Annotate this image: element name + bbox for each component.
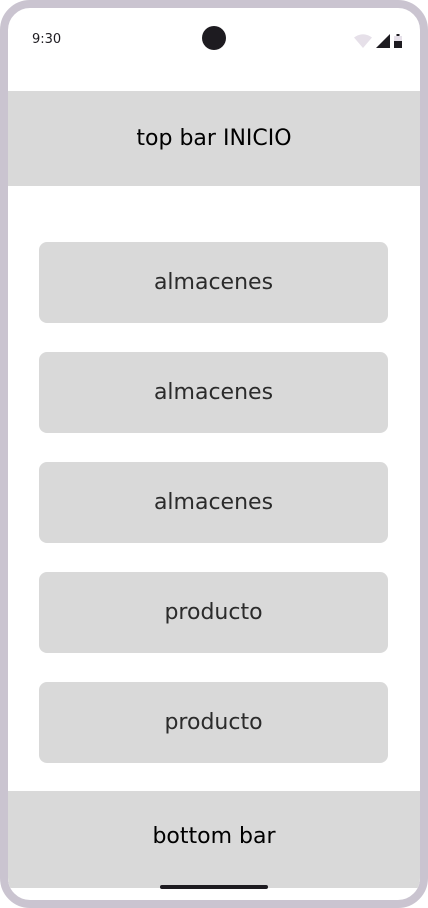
top-bar-title: top bar INICIO [136, 126, 292, 151]
status-time: 9:30 [32, 32, 62, 47]
menu-button-label: almacenes [153, 270, 274, 295]
status-bar: 9:30 [8, 8, 420, 92]
status-icons [354, 34, 402, 48]
menu-button-label: producto [164, 710, 263, 735]
menu-list: almacenes almacenes almacenes producto p… [39, 242, 388, 792]
battery-icon [394, 34, 402, 48]
wifi-icon [354, 34, 372, 48]
bottom-bar: bottom bar [8, 791, 420, 888]
bottom-bar-title: bottom bar [152, 824, 276, 849]
producto-button-2[interactable]: producto [39, 682, 388, 763]
top-bar: top bar INICIO [8, 91, 420, 186]
home-indicator[interactable] [160, 885, 268, 889]
almacenes-button-3[interactable]: almacenes [39, 462, 388, 543]
almacenes-button-1[interactable]: almacenes [39, 242, 388, 323]
menu-button-label: almacenes [153, 490, 274, 515]
signal-icon [376, 34, 390, 48]
almacenes-button-2[interactable]: almacenes [39, 352, 388, 433]
menu-button-label: producto [164, 600, 263, 625]
camera-cutout [202, 26, 226, 50]
phone-frame: 9:30 top bar INICIO almacenes almacenes [0, 0, 428, 908]
producto-button-1[interactable]: producto [39, 572, 388, 653]
menu-button-label: almacenes [153, 380, 274, 405]
